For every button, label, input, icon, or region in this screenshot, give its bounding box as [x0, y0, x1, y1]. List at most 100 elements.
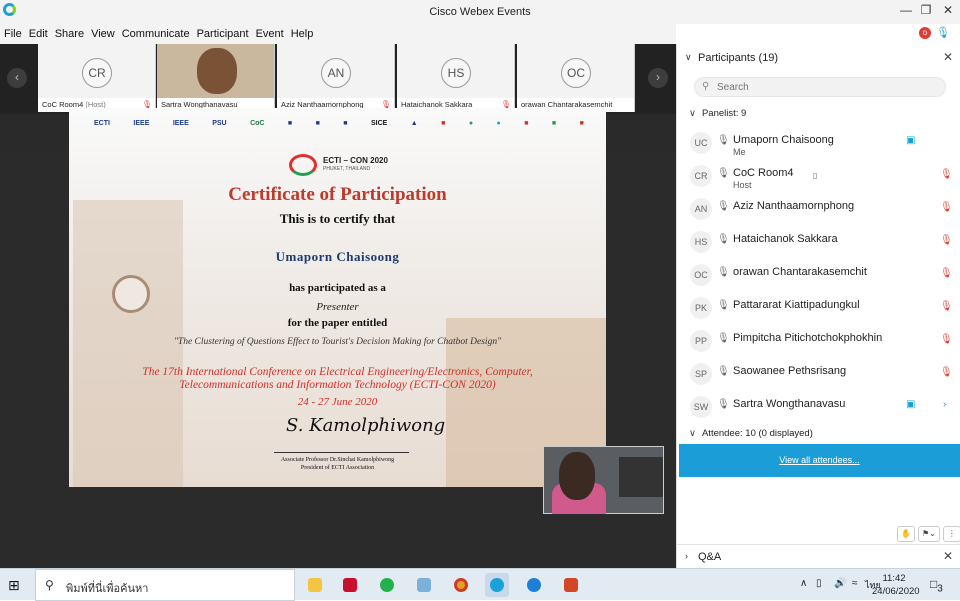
thumbnails-prev-icon[interactable]: ‹ [7, 68, 27, 88]
logo: ■ [524, 119, 529, 127]
close-qa-icon[interactable]: ✕ [943, 549, 953, 563]
avatar: CR [690, 165, 712, 187]
participant-row[interactable]: HS 🎙 Hataichanok Sakkara 🎙 [677, 225, 960, 258]
muted-mic-icon[interactable]: 🎙 [940, 169, 953, 180]
participant-row[interactable]: SW 🎙 Sartra Wongthanavasu ▣ › [677, 390, 960, 423]
windows-start-icon[interactable]: ⊞ [8, 577, 24, 593]
participant-row[interactable]: PP 🎙 Pimpitcha Pitichotchokphokhin 🎙 [677, 324, 960, 357]
thumbnail-sartra[interactable]: Sartra Wongthanavasu [157, 44, 275, 112]
battery-icon[interactable]: ▯ [816, 578, 822, 589]
menu-edit[interactable]: Edit [29, 28, 48, 40]
close-panel-icon[interactable]: ✕ [943, 50, 953, 64]
more-options-icon[interactable]: ⋮ [942, 526, 960, 542]
microphone-icon: 🎙 [717, 399, 730, 410]
menu-share[interactable]: Share [55, 28, 84, 40]
participant-name: Saowanee Pethsrisang [733, 365, 847, 377]
file-explorer-icon[interactable] [303, 573, 327, 597]
avatar: PK [690, 297, 712, 319]
participant-row[interactable]: PK 🎙 Pattararat Kiattipadungkul 🎙 [677, 291, 960, 324]
menu-communicate[interactable]: Communicate [122, 28, 190, 40]
logo: PSU [212, 119, 227, 127]
chevron-down-icon: ∨ [689, 428, 696, 439]
app-blue-icon[interactable] [412, 573, 436, 597]
notification-icon[interactable]: □3 [930, 577, 943, 594]
search-icon: ⚲ [702, 81, 710, 92]
participant-row[interactable]: AN 🎙 Aziz Nanthaamornphong 🎙 [677, 192, 960, 225]
menu-help[interactable]: Help [291, 28, 314, 40]
microphone-icon: 🎙 [717, 333, 730, 344]
avatar: PP [690, 330, 712, 352]
participant-row[interactable]: UC 🎙 Umaporn Chaisoong Me ▣ [677, 126, 960, 159]
minimize-icon[interactable]: — [896, 3, 916, 17]
wifi-icon[interactable]: ≈ [852, 578, 858, 589]
powerpoint-icon[interactable] [559, 573, 583, 597]
taskbar-search[interactable]: ⚲ พิมพ์ที่นี่เพื่อค้นหา [35, 569, 295, 601]
edge-icon[interactable] [522, 573, 546, 597]
view-all-attendees-link[interactable]: View all attendees... [779, 455, 859, 465]
window-title: Cisco Webex Events [429, 6, 531, 18]
self-video-preview[interactable] [543, 446, 664, 514]
thumbnail-hataichanok[interactable]: HS Hataichanok Sakkara 🎙 [397, 44, 515, 112]
system-clock[interactable]: 11:42 24/06/2020 [872, 572, 920, 598]
panelist-group-header[interactable]: ∨ Panelist: 9 [689, 108, 746, 119]
search-input[interactable] [717, 80, 937, 95]
logo: IEEE [172, 119, 189, 127]
menu-participant[interactable]: Participant [197, 28, 249, 40]
muted-mic-icon[interactable]: 🎙 [940, 235, 953, 246]
line-app-icon[interactable] [375, 573, 399, 597]
participant-row[interactable]: OC 🎙 orawan Chantarakasemchit 🎙 [677, 258, 960, 291]
avatar: HS [690, 231, 712, 253]
feedback-icon[interactable]: ⚑⌄ [918, 526, 940, 542]
participant-video [197, 48, 237, 94]
webex-taskbar-icon[interactable] [485, 573, 509, 597]
muted-mic-icon[interactable]: 🎙 [940, 367, 953, 378]
menu-file[interactable]: File [4, 28, 22, 40]
chevron-right-icon[interactable]: › [685, 551, 688, 561]
close-window-icon[interactable]: ✕ [938, 3, 958, 17]
participant-row[interactable]: SP 🎙 Saowanee Pethsrisang 🎙 [677, 357, 960, 390]
raise-hand-icon[interactable]: ✋ [897, 526, 915, 542]
microphone-icon[interactable]: 🎙 [936, 26, 950, 39]
qa-title: Q&A [698, 551, 722, 563]
menu-view[interactable]: View [91, 28, 115, 40]
muted-mic-icon[interactable]: 🎙 [940, 202, 953, 213]
search-icon: ⚲ [45, 578, 54, 592]
qa-section-header[interactable]: › Q&A ✕ [677, 544, 960, 568]
conference-name: The 17th International Conference on Ele… [142, 366, 533, 391]
avatar: SP [690, 363, 712, 385]
microphone-icon: 🎙 [717, 300, 730, 311]
logo: ■ [579, 119, 584, 127]
microphone-icon: 🎙 [717, 234, 730, 245]
participants-header[interactable]: ∨ Participants (19) ✕ [677, 44, 960, 72]
avatar: OC [561, 58, 591, 88]
thumbnail-aziz[interactable]: AN Aziz Nanthaamornphong 🎙 [277, 44, 395, 112]
tray-chevron-up-icon[interactable]: ∧ [800, 578, 807, 589]
muted-mic-icon[interactable]: 🎙 [940, 334, 953, 345]
logo: ■ [315, 119, 320, 127]
participant-row[interactable]: CR 🎙 CoC Room4 Host ▯ 🎙 [677, 159, 960, 192]
recording-icon[interactable]: o [919, 27, 931, 39]
chrome-icon[interactable] [449, 573, 473, 597]
video-camera-icon[interactable]: ▣ [906, 135, 915, 146]
thumbnails-next-icon[interactable]: › [648, 68, 668, 88]
thumbnail-coc-room4[interactable]: CR CoC Room4 (Host) 🎙 [38, 44, 156, 112]
restore-icon[interactable]: ❐ [916, 3, 936, 17]
muted-mic-icon[interactable]: 🎙 [940, 301, 953, 312]
chevron-right-icon[interactable]: › [943, 399, 946, 410]
chevron-down-icon: ∨ [689, 108, 696, 119]
microphone-icon: 🎙 [717, 201, 730, 212]
participant-search[interactable]: ⚲ [694, 77, 946, 97]
menu-event[interactable]: Event [256, 28, 284, 40]
muted-mic-icon[interactable]: 🎙 [940, 268, 953, 279]
signer-block: Associate Professor Dr.Sinchai Kamolphiw… [69, 456, 606, 472]
logo: SICE [370, 119, 388, 127]
chevron-down-icon[interactable]: ∨ [685, 52, 692, 63]
volume-icon[interactable]: 🔊 [834, 578, 846, 589]
app-red-icon[interactable] [338, 573, 362, 597]
microphone-icon: 🎙 [717, 267, 730, 278]
signer-title: Associate Professor Dr.Sinchai Kamolphiw… [280, 457, 395, 463]
thumbnail-orawan[interactable]: OC orawan Chantarakasemchit [517, 44, 635, 112]
video-camera-icon[interactable]: ▣ [906, 399, 915, 410]
attendee-group-header[interactable]: ∨ Attendee: 10 (0 displayed) [689, 428, 813, 439]
logo: CoC [250, 119, 265, 127]
